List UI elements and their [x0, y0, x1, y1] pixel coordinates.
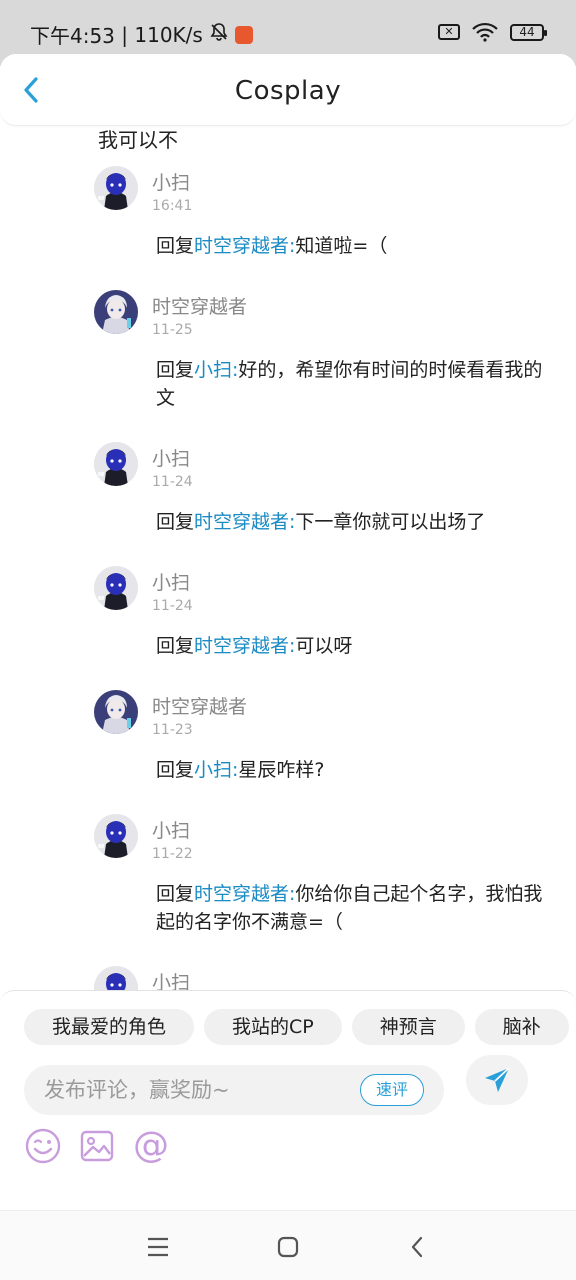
- composer-tools: @: [24, 1127, 170, 1165]
- reply-prefix: 回复: [156, 359, 195, 381]
- reply-author[interactable]: 小扫: [152, 568, 190, 595]
- reply-item[interactable]: 小扫11-21回复时空穿越者:可以啊=（: [0, 966, 576, 990]
- avatar[interactable]: [94, 814, 138, 858]
- home-button[interactable]: [274, 1233, 302, 1261]
- reply-prefix: 回复: [156, 883, 195, 905]
- back-chevron-icon: [411, 1236, 423, 1258]
- reply-prefix: 回复: [156, 511, 195, 533]
- comment-box[interactable]: 速评: [24, 1065, 444, 1115]
- reply-meta: 时空穿越者 11-25: [94, 290, 576, 346]
- reply-time: 11-24: [152, 598, 193, 614]
- avatar[interactable]: [94, 566, 138, 610]
- topic-chips[interactable]: 我最爱的角色 我站的CP 神预言 脑补: [24, 1009, 576, 1047]
- send-icon: [485, 1067, 510, 1092]
- reply-feed[interactable]: 我可以不 小扫 16:41 回复时空穿越者:知道啦=（ 时空穿越者 11-25 回复小扫:…: [0, 126, 576, 990]
- reply-list: 小扫 16:41 回复时空穿越者:知道啦=（ 时空穿越者 11-25 回复小扫:好的，希望…: [0, 166, 576, 990]
- reply-meta: 小扫 16:41: [94, 166, 576, 222]
- app-notification-icon: [234, 25, 253, 44]
- reply-prefix: 回复: [156, 759, 195, 781]
- reply-time: 11-22: [152, 846, 193, 862]
- recent-apps-button[interactable]: [144, 1233, 172, 1261]
- reply-text: 回复小扫:好的，希望你有时间的时候看看我的文: [156, 356, 548, 412]
- comment-composer: 我最爱的角色我站的CP神预言脑补 速评 @: [0, 990, 576, 1210]
- topic-chip[interactable]: 我最爱的角色: [24, 1009, 195, 1045]
- topic-chip[interactable]: 神预言: [351, 1009, 465, 1045]
- status-right: ✕ 44: [438, 22, 547, 42]
- app-header: Cosplay: [0, 54, 576, 126]
- reply-item[interactable]: 小扫 11-24 回复时空穿越者:可以呀: [0, 566, 576, 660]
- reply-meta: 小扫 11-24: [94, 566, 576, 622]
- reply-text: 回复时空穿越者:你给你自己起个名字，我怕我起的名字你不满意=（: [156, 880, 548, 936]
- network-speed: 110K/s: [134, 22, 203, 47]
- wifi-icon: [472, 22, 498, 42]
- reply-content: 下一章你就可以出场了: [295, 511, 486, 533]
- topic-chip[interactable]: 脑补: [474, 1009, 569, 1045]
- reply-content: 可以呀: [295, 635, 353, 657]
- reply-content: 知道啦=（: [295, 235, 388, 257]
- reply-time: 11-25: [152, 322, 193, 338]
- reply-meta: 时空穿越者 11-23: [94, 690, 576, 746]
- avatar[interactable]: [94, 966, 138, 990]
- reply-text: 回复时空穿越者:可以呀: [156, 632, 548, 660]
- reply-item[interactable]: 时空穿越者 11-23 回复小扫:星辰咋样?: [0, 690, 576, 784]
- reply-meta: 小扫11-21: [94, 966, 576, 990]
- reply-prefix: 回复: [156, 235, 195, 257]
- emoji-button[interactable]: [24, 1127, 62, 1165]
- reply-mention[interactable]: 时空穿越者:: [194, 511, 295, 533]
- reply-content: 星辰咋样?: [238, 759, 325, 781]
- emoji-icon: [25, 1128, 61, 1164]
- reply-author[interactable]: 小扫: [152, 168, 190, 195]
- system-nav-bar: [0, 1210, 576, 1280]
- reply-text: 回复时空穿越者:下一章你就可以出场了: [156, 508, 548, 536]
- reply-mention[interactable]: 小扫:: [194, 359, 238, 381]
- reply-item[interactable]: 小扫 16:41 回复时空穿越者:知道啦=（: [0, 166, 576, 260]
- previous-reply-text: 我可以不: [98, 128, 178, 152]
- topic-chip[interactable]: 我站的CP: [204, 1009, 342, 1045]
- avatar[interactable]: [94, 166, 138, 210]
- reply-text: 回复小扫:星辰咋样?: [156, 756, 548, 784]
- avatar[interactable]: [94, 442, 138, 486]
- reply-author[interactable]: 时空穿越者: [152, 692, 247, 719]
- reply-prefix: 回复: [156, 635, 195, 657]
- status-time: 下午4:53: [30, 24, 115, 48]
- reply-author[interactable]: 小扫: [152, 968, 190, 990]
- reply-item[interactable]: 小扫 11-22 回复时空穿越者:你给你自己起个名字，我怕我起的名字你不满意=（: [0, 814, 576, 936]
- muted-bell-icon: [209, 22, 229, 47]
- image-button[interactable]: [78, 1127, 116, 1165]
- mention-at-icon[interactable]: @: [132, 1127, 170, 1165]
- reply-meta: 小扫 11-24: [94, 442, 576, 498]
- reply-text: 回复时空穿越者:知道啦=（: [156, 232, 548, 260]
- reply-mention[interactable]: 时空穿越者:: [194, 235, 295, 257]
- system-back-button[interactable]: [404, 1233, 432, 1261]
- reply-author[interactable]: 小扫: [152, 816, 190, 843]
- reply-time: 16:41: [152, 198, 193, 214]
- reply-time: 11-23: [152, 722, 193, 738]
- no-sim-icon: ✕: [438, 24, 460, 40]
- comment-input[interactable]: [44, 1065, 344, 1115]
- reply-author[interactable]: 小扫: [152, 444, 190, 471]
- home-square-icon: [277, 1236, 299, 1258]
- reply-meta: 小扫 11-22: [94, 814, 576, 870]
- image-icon: [80, 1130, 114, 1162]
- battery-level: 44: [519, 24, 535, 39]
- status-left: 下午4:53 | 110K/s: [30, 20, 253, 49]
- reply-mention[interactable]: 时空穿越者:: [194, 635, 295, 657]
- reply-item[interactable]: 时空穿越者 11-25 回复小扫:好的，希望你有时间的时候看看我的文: [0, 290, 576, 412]
- status-divider: |: [114, 22, 135, 47]
- avatar[interactable]: [94, 690, 138, 734]
- reply-item[interactable]: 小扫 11-24 回复时空穿越者:下一章你就可以出场了: [0, 442, 576, 536]
- quick-review-button[interactable]: 速评: [360, 1074, 424, 1106]
- reply-mention[interactable]: 小扫:: [194, 759, 238, 781]
- reply-author[interactable]: 时空穿越者: [152, 292, 247, 319]
- send-button[interactable]: [466, 1055, 528, 1105]
- menu-icon: [148, 1237, 168, 1257]
- reply-time: 11-24: [152, 474, 193, 490]
- battery-icon: 44: [510, 23, 547, 41]
- page-title: Cosplay: [234, 76, 342, 106]
- avatar[interactable]: [94, 290, 138, 334]
- reply-mention[interactable]: 时空穿越者:: [194, 883, 295, 905]
